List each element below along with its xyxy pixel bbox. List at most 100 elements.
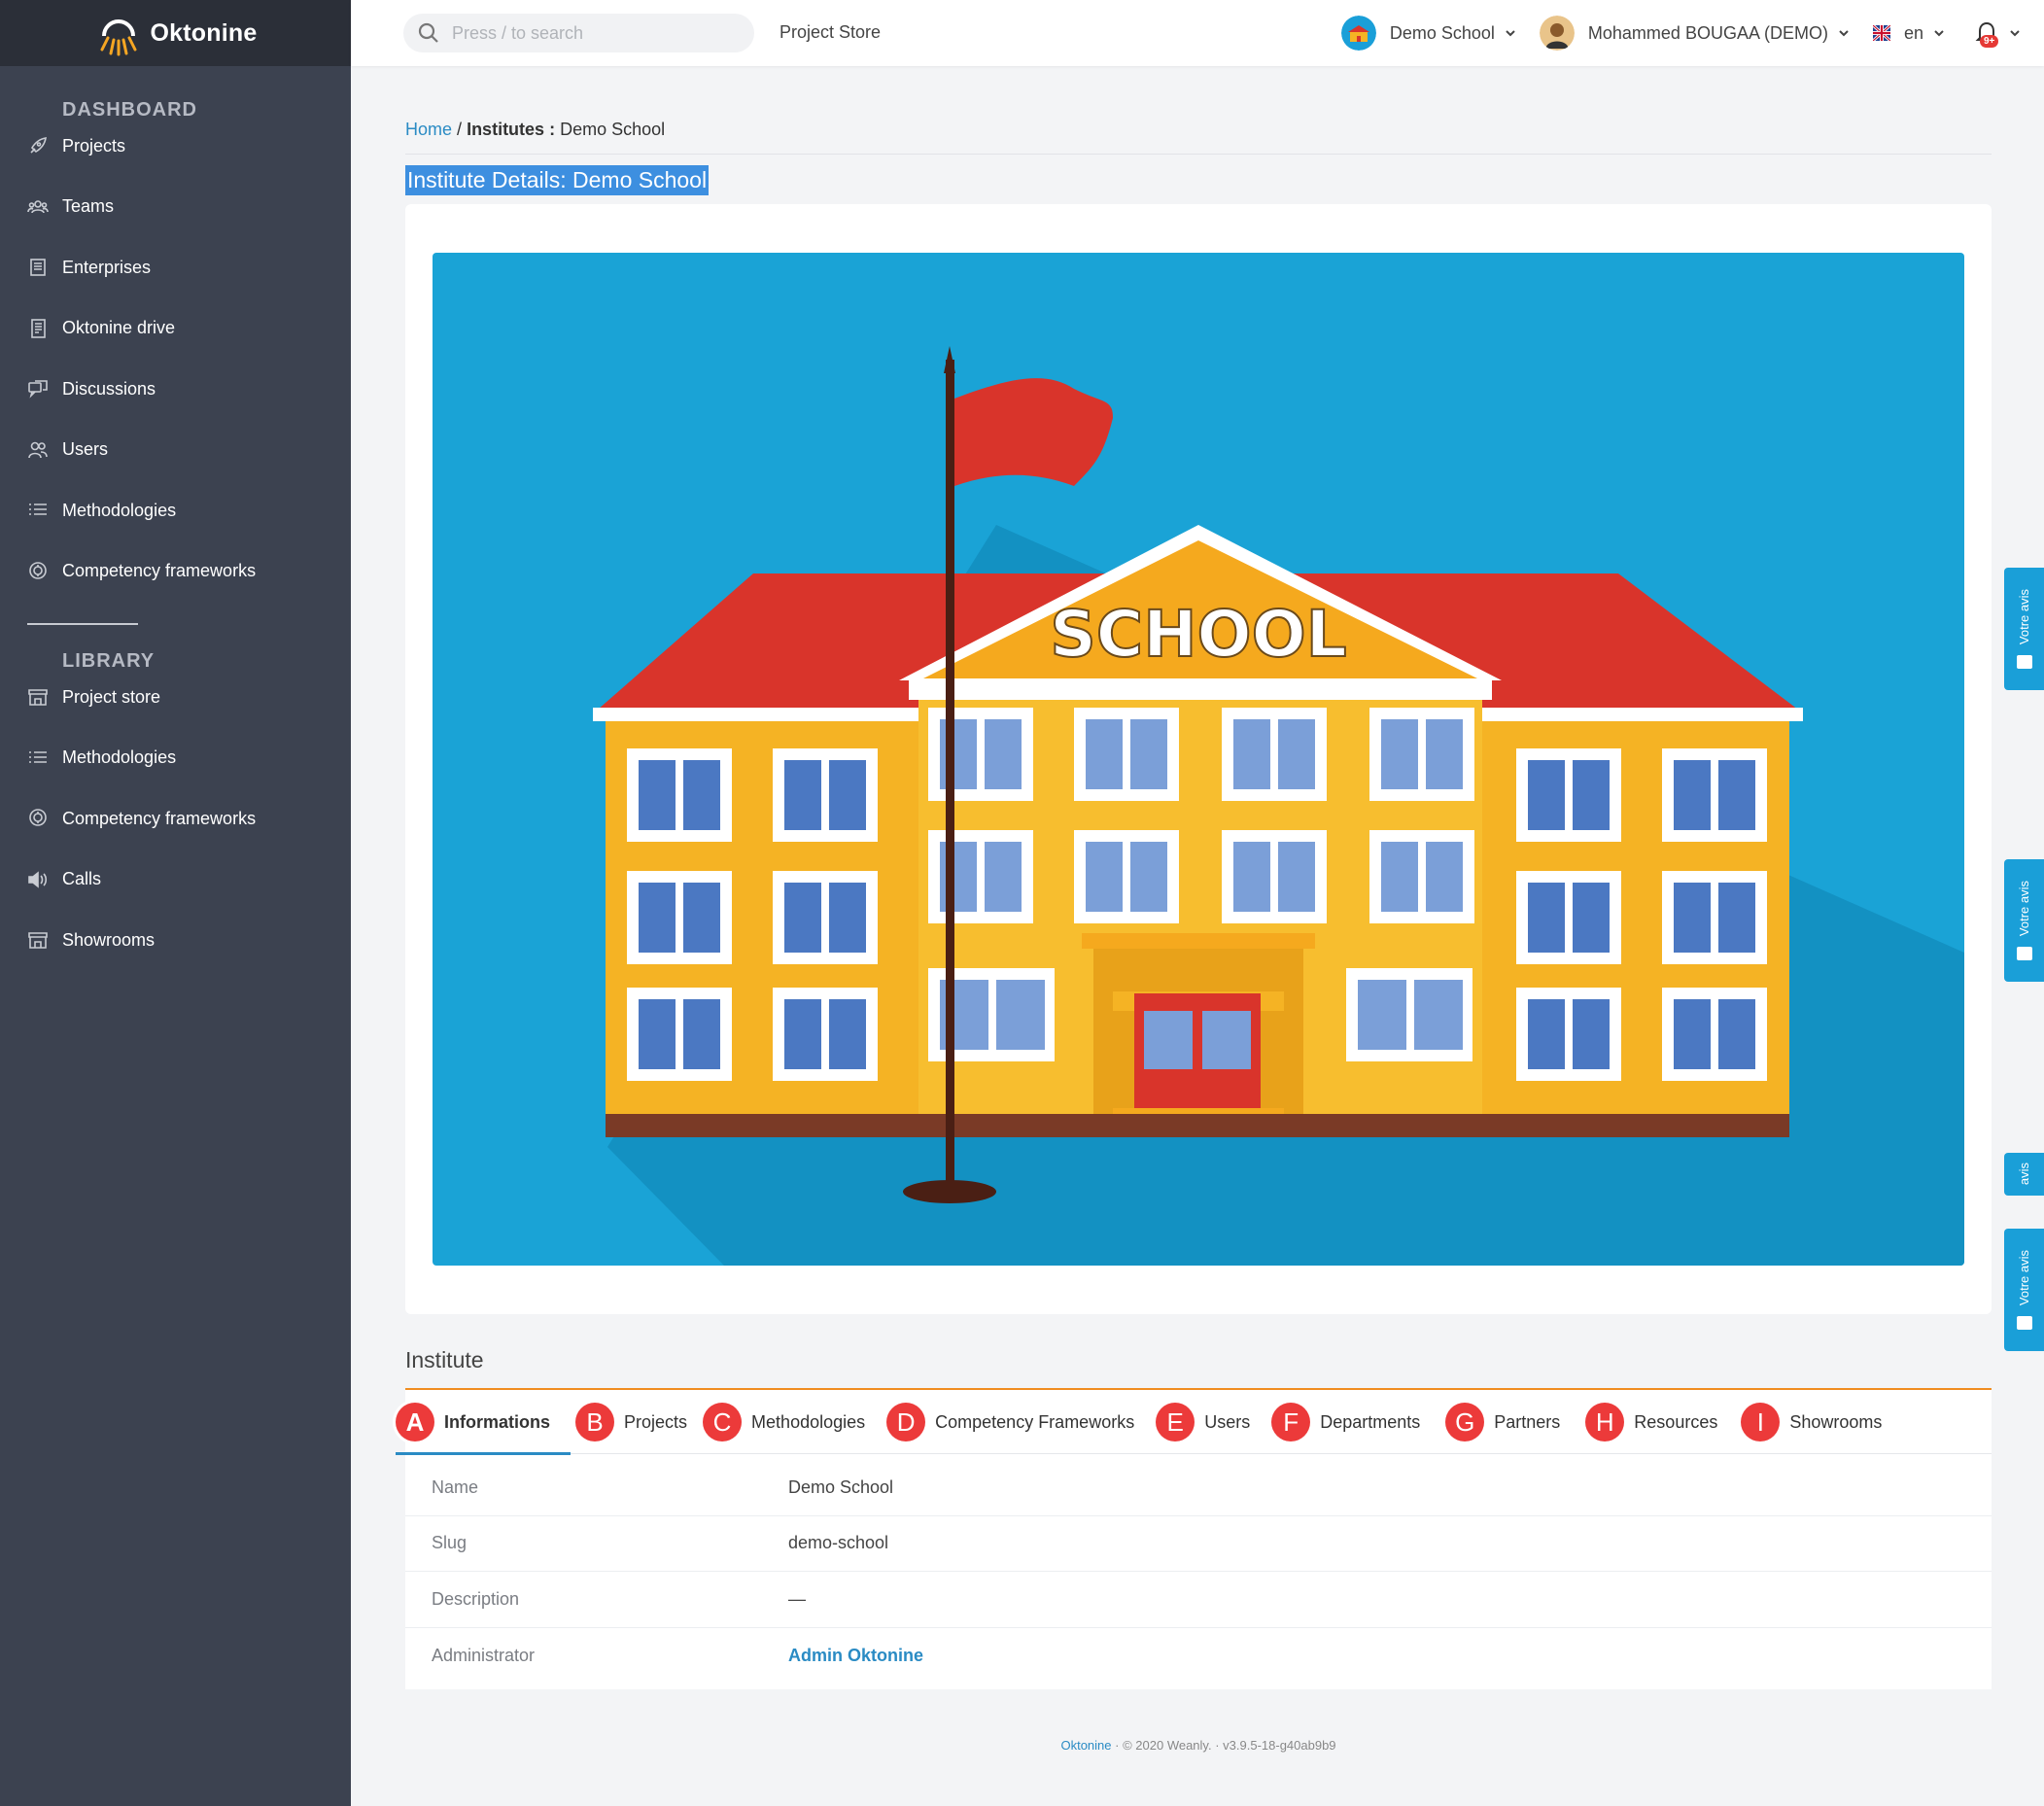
top-bar: Project Store Demo School Mohammed BOUGA…: [351, 0, 2044, 66]
tab-competency-frameworks[interactable]: D Competency Frameworks: [886, 1390, 1134, 1454]
tab-showrooms[interactable]: I Showrooms: [1741, 1390, 1882, 1454]
sidebar-item-calls[interactable]: Calls: [0, 850, 351, 911]
sidebar-item-discussions[interactable]: Discussions: [0, 359, 351, 420]
sidebar-item-enterprises[interactable]: Enterprises: [0, 237, 351, 298]
tab-resources[interactable]: H Resources: [1585, 1390, 1717, 1454]
feedback-tab[interactable]: Votre avis: [2004, 859, 2044, 982]
bell-wrapper: 9+: [1974, 19, 1999, 48]
tab-methodologies[interactable]: C Methodologies: [703, 1390, 865, 1454]
sidebar-divider: [27, 623, 138, 625]
sidebar-item-teams[interactable]: Teams: [0, 177, 351, 238]
sidebar-item-label: Competency frameworks: [62, 808, 257, 828]
info-label: Slug: [432, 1533, 468, 1553]
sidebar-item-showrooms[interactable]: Showrooms: [0, 910, 351, 971]
search-box[interactable]: [403, 14, 754, 52]
sidebar-item-users[interactable]: Users: [0, 420, 351, 481]
store-icon: [27, 929, 49, 951]
sidebar-item-methodologies[interactable]: Methodologies: [0, 480, 351, 541]
info-value: Demo School: [788, 1476, 894, 1497]
user-menu[interactable]: Mohammed BOUGAA (DEMO): [1539, 16, 1850, 51]
uk-flag-icon: [1872, 25, 1890, 41]
user-avatar-icon: [1539, 16, 1575, 51]
school-illustration: SCHOOL: [433, 253, 1964, 1266]
info-value: demo-school: [788, 1533, 889, 1553]
administrator-link[interactable]: Admin Oktonine: [788, 1646, 923, 1666]
active-tab-indicator: [396, 1452, 571, 1455]
footer-separator: ·: [1215, 1738, 1224, 1753]
tab-label: Methodologies: [751, 1411, 866, 1432]
sidebar-item-label: Projects: [62, 135, 126, 156]
notification-badge: 9+: [1980, 35, 1999, 48]
sidebar-item-label: Showrooms: [62, 929, 156, 950]
feedback-tab[interactable]: Votre avis: [2004, 1229, 2044, 1351]
info-label: Name: [432, 1476, 479, 1497]
sidebar: Oktonine DASHBOARD Projects Teams Enterp…: [0, 0, 351, 1806]
feedback-icon: [2016, 654, 2032, 669]
feedback-label: Votre avis: [2017, 1250, 2031, 1306]
sidebar-item-project-store[interactable]: Project store: [0, 667, 351, 728]
tab-label: Showrooms: [1789, 1411, 1883, 1432]
page-title: Institute Details: Demo School: [405, 165, 710, 195]
tab-partners[interactable]: G Partners: [1445, 1390, 1560, 1454]
institute-panel: A Informations B Projects C Methodologie…: [396, 1388, 1992, 1689]
tab-label: Partners: [1494, 1411, 1561, 1432]
tab-users[interactable]: E Users: [1156, 1390, 1250, 1454]
breadcrumb-current: Demo School: [560, 120, 666, 139]
footer-version: v3.9.5-18-g40ab9b9: [1223, 1738, 1336, 1753]
language-code: en: [1903, 22, 1923, 43]
feedback-icon: [2016, 946, 2032, 960]
sidebar-item-library-competency-frameworks[interactable]: Competency frameworks: [0, 788, 351, 850]
search-input[interactable]: [452, 22, 744, 44]
info-label: Administrator: [432, 1645, 536, 1665]
tab-informations[interactable]: A Informations: [396, 1390, 571, 1455]
language-switcher[interactable]: en: [1872, 22, 1945, 44]
badge-icon: [27, 561, 49, 582]
top-right-menu: Demo School Mohammed BOUGAA (DEMO) en 9+: [1318, 13, 2021, 53]
speaker-icon: [27, 869, 49, 890]
sidebar-item-library-methodologies[interactable]: Methodologies: [0, 728, 351, 789]
feedback-tab[interactable]: Votre avis: [2004, 568, 2044, 690]
team-icon: [27, 196, 49, 218]
drive-icon: [27, 318, 49, 339]
breadcrumb-home-link[interactable]: Home: [405, 120, 452, 139]
feedback-label: Votre avis: [2017, 881, 2031, 937]
institute-image-card: SCHOOL: [405, 204, 1992, 1314]
info-label: Description: [432, 1588, 520, 1609]
footer-brand-link[interactable]: Oktonine: [1060, 1738, 1111, 1753]
sidebar-item-projects[interactable]: Projects: [0, 116, 351, 177]
sidebar-item-label: Competency frameworks: [62, 561, 257, 581]
sidebar-item-competency-frameworks[interactable]: Competency frameworks: [0, 541, 351, 603]
chevron-down-icon: [1934, 30, 1944, 37]
tab-marker: E: [1156, 1403, 1195, 1441]
institute-tabs: A Informations B Projects C Methodologie…: [396, 1390, 1992, 1455]
store-icon: [27, 686, 49, 708]
tab-departments[interactable]: F Departments: [1271, 1390, 1420, 1454]
tab-label: Projects: [624, 1411, 688, 1432]
breadcrumb-section: Institutes :: [467, 120, 556, 139]
rocket-icon: [27, 135, 49, 156]
tab-label: Departments: [1320, 1411, 1421, 1432]
school-switcher[interactable]: Demo School: [1340, 16, 1516, 51]
info-row-description: Description —: [405, 1572, 1992, 1628]
tab-marker: I: [1741, 1403, 1781, 1441]
tab-marker: A: [396, 1403, 434, 1441]
users-icon: [27, 439, 49, 461]
project-store-link[interactable]: Project Store: [779, 22, 881, 43]
chevron-down-icon: [1506, 30, 1515, 37]
feedback-tab[interactable]: avis: [2004, 1153, 2044, 1196]
user-name: Mohammed BOUGAA (DEMO): [1587, 22, 1828, 43]
notifications-button[interactable]: 9+: [1974, 19, 2021, 48]
school-sign-text: SCHOOL: [1050, 597, 1346, 672]
sidebar-item-label: Discussions: [62, 378, 156, 399]
school-avatar-icon: [1340, 16, 1376, 51]
sidebar-item-drive[interactable]: Oktonine drive: [0, 298, 351, 360]
tab-projects[interactable]: B Projects: [575, 1390, 687, 1454]
feedback-label: avis: [2017, 1163, 2031, 1186]
tab-marker: H: [1585, 1403, 1625, 1441]
brand[interactable]: Oktonine: [0, 0, 351, 66]
sidebar-item-label: Calls: [62, 869, 102, 889]
info-row-slug: Slug demo-school: [405, 1516, 1992, 1572]
list-icon: [27, 747, 49, 769]
tab-marker: C: [703, 1403, 743, 1441]
chevron-down-icon: [2010, 30, 2020, 37]
